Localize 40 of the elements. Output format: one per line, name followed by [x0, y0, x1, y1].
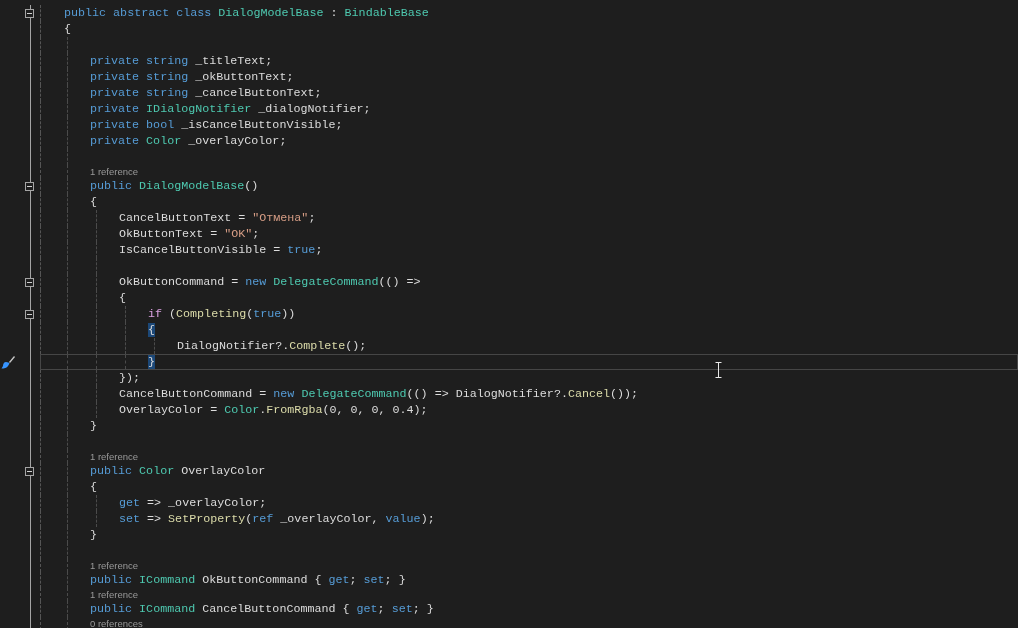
code-line: public Color OverlayColor: [90, 463, 266, 479]
code-line: private Color _overlayColor;: [90, 133, 287, 149]
code-line: }: [90, 527, 97, 543]
code-line: private bool _isCancelButtonVisible;: [90, 117, 343, 133]
code-line: private string _titleText;: [90, 53, 273, 69]
collapse-icon[interactable]: [25, 181, 34, 191]
code-line: DialogNotifier?.Complete();: [177, 338, 367, 354]
reference-count-link[interactable]: 1 reference: [90, 450, 139, 463]
code-line: OkButtonText = "OK";: [119, 226, 260, 242]
code-line: OverlayColor = Color.FromRgba(0, 0, 0, 0.4);: [119, 402, 428, 418]
code-line: public DialogModelBase(): [90, 178, 259, 194]
code-line: {: [119, 290, 126, 306]
code-line: {: [90, 479, 97, 495]
code-line: CancelButtonText = "Отмена";: [119, 210, 316, 226]
code-line: get => _overlayColor;: [119, 495, 267, 511]
code-line: IsCancelButtonVisible = true;: [119, 242, 323, 258]
code-line: if (Completing(true)): [148, 306, 296, 322]
reference-count-link[interactable]: 1 reference: [90, 559, 139, 572]
code-line: public abstract class DialogModelBase : BindableBase: [64, 5, 429, 21]
code-line: private IDialogNotifier _dialogNotifier;: [90, 101, 371, 117]
code-line: public ICommand OkButtonCommand { get; set; }: [90, 572, 406, 588]
paintbrush-icon[interactable]: [1, 355, 15, 369]
collapse-icon[interactable]: [25, 309, 34, 319]
reference-count-link[interactable]: 0 references: [90, 617, 143, 628]
code-line: set => SetProperty(ref _overlayColor, value);: [119, 511, 435, 527]
code-line: CancelButtonCommand = new DelegateCommand(() => DialogNotifier?.Cancel());: [119, 386, 639, 402]
code-line: public ICommand CancelButtonCommand { get; set; }: [90, 601, 434, 617]
code-line: private string _okButtonText;: [90, 69, 294, 85]
code-line: {: [90, 194, 97, 210]
i-beam-cursor-icon: [715, 362, 722, 378]
collapse-icon[interactable]: [25, 277, 34, 287]
reference-count-link[interactable]: 1 reference: [90, 588, 139, 601]
reference-count-link[interactable]: 1 reference: [90, 165, 139, 178]
collapse-icon[interactable]: [25, 466, 34, 476]
code-line: }: [90, 418, 97, 434]
code-line: {: [64, 21, 71, 37]
collapse-icon[interactable]: [25, 8, 34, 18]
code-line: private string _cancelButtonText;: [90, 85, 322, 101]
code-line: OkButtonCommand = new DelegateCommand(() =>: [119, 274, 421, 290]
code-line: });: [119, 370, 141, 386]
